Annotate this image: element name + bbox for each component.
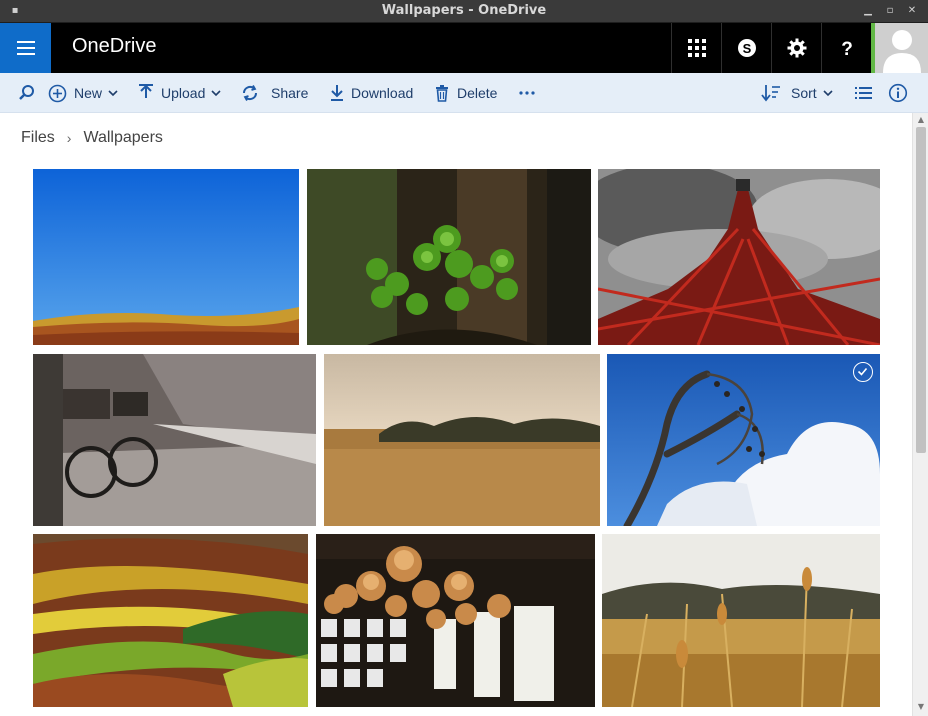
photo-red-tower bbox=[598, 169, 880, 345]
app-launcher-button[interactable] bbox=[671, 23, 721, 73]
more-actions-button[interactable] bbox=[519, 73, 535, 113]
scrollbar-thumb[interactable] bbox=[916, 127, 926, 453]
photo-wheat-stalks bbox=[602, 534, 880, 707]
sort-button[interactable]: Sort bbox=[761, 73, 833, 113]
share-icon bbox=[242, 85, 258, 101]
svg-text:?: ? bbox=[841, 39, 853, 59]
help-icon: ? bbox=[841, 39, 853, 59]
delete-button[interactable]: Delete bbox=[435, 73, 497, 113]
delete-label: Delete bbox=[457, 85, 498, 101]
photo-thumbnail[interactable] bbox=[307, 169, 591, 345]
photo-thumbnail[interactable] bbox=[324, 354, 600, 526]
hamburger-icon-line bbox=[17, 53, 35, 55]
photo-terraced-fields bbox=[33, 534, 308, 707]
photo-blue-sky-hills bbox=[33, 169, 299, 345]
share-label: Share bbox=[271, 85, 309, 101]
settings-button[interactable] bbox=[771, 23, 821, 73]
list-view-icon bbox=[855, 87, 872, 99]
chevron-right-icon: › bbox=[66, 130, 72, 146]
photo-bare-tree-sky bbox=[607, 354, 880, 526]
sort-label: Sort bbox=[791, 85, 817, 101]
photo-thumbnail[interactable] bbox=[607, 354, 880, 526]
skype-icon: S bbox=[738, 39, 756, 57]
chevron-down-icon bbox=[823, 89, 833, 96]
breadcrumb-current: Wallpapers bbox=[83, 129, 163, 146]
app-brand: OneDrive bbox=[72, 35, 157, 57]
command-bar: New Upload Share Download Delete Sort bbox=[0, 73, 928, 113]
window-titlebar: ▪ Wallpapers - OneDrive ▁ ▫ ✕ bbox=[0, 0, 928, 23]
help-button[interactable]: ? bbox=[821, 23, 871, 73]
sort-icon bbox=[761, 85, 780, 102]
photo-thumbnail[interactable] bbox=[33, 169, 299, 345]
ellipsis-icon bbox=[519, 91, 535, 95]
upload-icon bbox=[139, 84, 153, 98]
upload-label: Upload bbox=[161, 85, 206, 101]
vertical-scrollbar[interactable]: ▲ ▼ bbox=[912, 113, 928, 716]
plus-circle-icon bbox=[48, 84, 67, 102]
photo-paper-lanterns bbox=[316, 534, 595, 707]
files-view: Files › Wallpapers bbox=[0, 113, 912, 716]
svg-text:S: S bbox=[743, 41, 752, 56]
skype-button[interactable]: S bbox=[721, 23, 771, 73]
user-avatar-button[interactable] bbox=[871, 23, 928, 73]
hamburger-icon bbox=[17, 41, 35, 43]
chevron-down-icon bbox=[211, 89, 221, 96]
photo-bicycles-street bbox=[33, 354, 316, 526]
photo-thumbnail[interactable] bbox=[316, 534, 595, 707]
new-button[interactable]: New bbox=[48, 73, 118, 113]
info-icon bbox=[888, 83, 908, 103]
download-button[interactable]: Download bbox=[330, 73, 413, 113]
hamburger-icon-line bbox=[17, 47, 35, 49]
search-icon bbox=[19, 85, 34, 100]
close-button[interactable]: ✕ bbox=[905, 4, 919, 18]
nav-menu-button[interactable] bbox=[0, 23, 51, 73]
app-header: OneDrive S ? bbox=[0, 23, 928, 73]
photo-thumbnail[interactable] bbox=[602, 534, 880, 707]
photo-thumbnail[interactable] bbox=[33, 534, 308, 707]
share-button[interactable]: Share bbox=[241, 73, 308, 113]
gear-icon bbox=[787, 38, 807, 58]
trash-icon bbox=[436, 84, 448, 102]
maximize-button[interactable]: ▫ bbox=[883, 4, 897, 18]
breadcrumb: Files › Wallpapers bbox=[21, 129, 163, 147]
minimize-button[interactable]: ▁ bbox=[861, 4, 875, 18]
download-label: Download bbox=[351, 85, 414, 101]
photo-thumbnail[interactable] bbox=[598, 169, 880, 345]
selected-check-icon[interactable] bbox=[853, 362, 873, 382]
window-title: Wallpapers - OneDrive bbox=[381, 3, 547, 18]
photo-clover-plant bbox=[307, 169, 591, 345]
download-icon bbox=[331, 85, 343, 101]
chevron-down-icon bbox=[108, 89, 118, 96]
photo-golden-field bbox=[324, 354, 600, 526]
upload-button[interactable]: Upload bbox=[138, 73, 221, 113]
new-label: New bbox=[74, 85, 103, 101]
scroll-down-icon[interactable]: ▼ bbox=[916, 703, 926, 711]
search-button[interactable] bbox=[18, 73, 36, 113]
breadcrumb-root[interactable]: Files bbox=[21, 129, 55, 147]
photo-thumbnail[interactable] bbox=[33, 354, 316, 526]
scroll-up-icon[interactable]: ▲ bbox=[916, 116, 926, 124]
view-switcher-button[interactable] bbox=[855, 73, 872, 113]
avatar-icon bbox=[883, 30, 921, 73]
app-launcher-icon bbox=[688, 39, 706, 57]
info-button[interactable] bbox=[888, 73, 908, 113]
